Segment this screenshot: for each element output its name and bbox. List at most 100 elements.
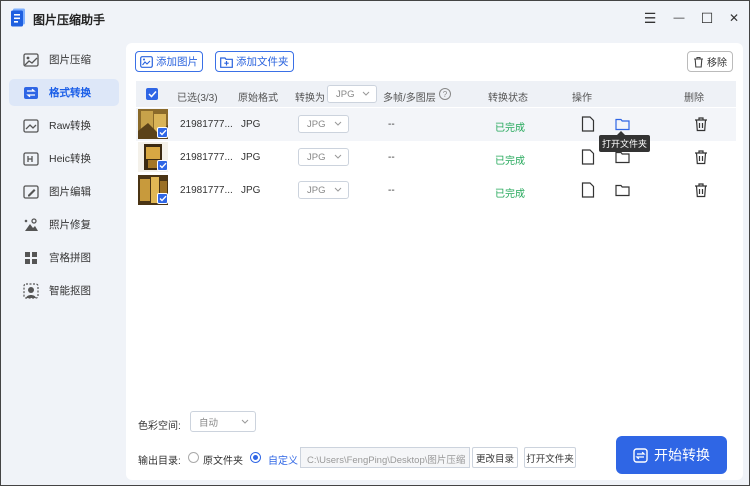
- add-folder-label: 添加文件夹: [236, 56, 289, 68]
- color-space-select[interactable]: 自动: [190, 411, 256, 432]
- original-format: JPG: [241, 152, 261, 163]
- target-format-value: JPG: [307, 118, 326, 130]
- target-format-value: JPG: [307, 184, 326, 196]
- table-header: 已选(3/3) 原始格式 转换为 JPG 多帧/多图层 ? 转换状态 操作 删除: [136, 81, 736, 107]
- add-image-label: 添加图片: [156, 56, 198, 68]
- color-space-label: 色彩空间:: [138, 421, 181, 432]
- chevron-down-icon: [241, 419, 249, 424]
- grid-collage-icon: [23, 250, 39, 266]
- sidebar-item-photo-repair[interactable]: 照片修复: [9, 211, 119, 238]
- file-name: 21981777...: [180, 119, 233, 130]
- delete-icon[interactable]: [694, 116, 708, 132]
- chevron-down-icon: [334, 121, 342, 126]
- file-name: 21981777...: [180, 152, 233, 163]
- sidebar-item-label: 宫格拼图: [49, 252, 91, 264]
- sidebar-item-heic-convert[interactable]: Heic转换: [9, 145, 119, 172]
- delete-icon[interactable]: [694, 149, 708, 165]
- status-text: 已完成: [495, 123, 525, 134]
- add-image-button[interactable]: 添加图片: [135, 51, 203, 72]
- remove-label: 移除: [707, 58, 727, 69]
- header-action: 操作: [572, 93, 592, 104]
- original-format: JPG: [241, 119, 261, 130]
- target-format-select[interactable]: JPG: [298, 115, 349, 133]
- sidebar-item-image-compress[interactable]: 图片压缩: [9, 46, 119, 73]
- open-folder-icon[interactable]: [615, 116, 630, 132]
- raw-icon: [23, 118, 39, 134]
- smart-cutout-icon: [23, 282, 39, 299]
- title-bar: 图片压缩助手 ☰ — ☐ ✕: [1, 1, 749, 35]
- select-all-checkbox[interactable]: [146, 88, 158, 100]
- sidebar-item-label: 图片编辑: [49, 186, 91, 198]
- app-title: 图片压缩助手: [33, 13, 106, 27]
- app-window: 图片压缩助手 ☰ — ☐ ✕ 图片压缩 格式转换 Raw转换 Heic转换 图片…: [0, 0, 750, 486]
- delete-icon[interactable]: [694, 182, 708, 198]
- sidebar-item-smart-cutout[interactable]: 智能抠图: [9, 277, 119, 304]
- folder-icon[interactable]: [615, 182, 630, 198]
- custom-folder-label: 自定义: [268, 456, 298, 467]
- radio-original-folder[interactable]: [188, 452, 199, 463]
- output-dir-label: 输出目录:: [138, 456, 181, 467]
- remove-button[interactable]: 移除: [687, 51, 733, 72]
- file-icon[interactable]: [581, 149, 595, 165]
- main-panel: 添加图片 添加文件夹 移除 已选(3/3) 原始格式 转换为 JPG 多帧/多图…: [126, 43, 743, 480]
- color-space-value: 自动: [199, 417, 219, 429]
- row-checkbox[interactable]: [157, 193, 168, 204]
- start-convert-button[interactable]: 开始转换: [616, 436, 727, 474]
- file-icon[interactable]: [581, 182, 595, 198]
- photo-repair-icon: [23, 217, 39, 233]
- change-dir-button[interactable]: 更改目录: [472, 447, 518, 468]
- sidebar-item-grid-collage[interactable]: 宫格拼图: [9, 244, 119, 271]
- maximize-button[interactable]: ☐: [698, 9, 716, 27]
- row-checkbox[interactable]: [157, 160, 168, 171]
- app-logo-icon: [11, 8, 25, 27]
- target-format-select[interactable]: JPG: [298, 181, 349, 199]
- frames-value: --: [388, 185, 395, 196]
- convert-icon: [23, 85, 39, 101]
- convert-all-value: JPG: [336, 88, 355, 100]
- open-folder-button[interactable]: 打开文件夹: [524, 447, 576, 468]
- file-name: 21981777...: [180, 185, 233, 196]
- header-delete: 删除: [684, 93, 704, 104]
- chevron-down-icon: [362, 91, 370, 96]
- header-multi-frame: 多帧/多图层: [383, 93, 436, 104]
- minimize-button[interactable]: —: [670, 9, 688, 27]
- original-format: JPG: [241, 185, 261, 196]
- output-path-input[interactable]: C:\Users\FengPing\Desktop\图片压缩: [300, 447, 470, 468]
- chevron-down-icon: [334, 154, 342, 159]
- close-button[interactable]: ✕: [725, 9, 743, 27]
- row-checkbox[interactable]: [157, 127, 168, 138]
- add-image-icon: [140, 55, 153, 68]
- frames-value: --: [388, 152, 395, 163]
- sidebar-item-label: 图片压缩: [49, 54, 91, 66]
- start-convert-label: 开始转换: [654, 447, 710, 463]
- header-original-format: 原始格式: [238, 93, 278, 104]
- tooltip: 打开文件夹: [599, 131, 651, 152]
- target-format-select[interactable]: JPG: [298, 148, 349, 166]
- help-icon[interactable]: ?: [439, 88, 451, 100]
- trash-icon: [693, 56, 704, 68]
- image-edit-icon: [23, 184, 39, 200]
- file-icon[interactable]: [581, 116, 595, 132]
- header-selected: 已选(3/3): [177, 93, 218, 104]
- add-folder-icon: [220, 56, 233, 68]
- frames-value: --: [388, 119, 395, 130]
- status-text: 已完成: [495, 189, 525, 200]
- menu-icon[interactable]: ☰: [641, 9, 659, 27]
- sidebar-item-raw-convert[interactable]: Raw转换: [9, 112, 119, 139]
- original-folder-label: 原文件夹: [203, 456, 243, 467]
- heic-icon: [23, 151, 39, 167]
- sidebar-item-label: Raw转换: [49, 120, 92, 132]
- sidebar-item-label: 照片修复: [49, 219, 91, 231]
- radio-custom-folder[interactable]: [250, 452, 261, 463]
- sidebar-item-label: 智能抠图: [49, 285, 91, 297]
- sidebar-item-format-convert[interactable]: 格式转换: [9, 79, 119, 106]
- sidebar-item-label: Heic转换: [49, 153, 92, 165]
- header-status: 转换状态: [488, 93, 528, 104]
- add-folder-button[interactable]: 添加文件夹: [215, 51, 294, 72]
- target-format-value: JPG: [307, 151, 326, 163]
- table-row[interactable]: 21981777... JPG JPG -- 已完成: [136, 174, 736, 207]
- convert-all-select[interactable]: JPG: [327, 85, 377, 103]
- chevron-down-icon: [334, 187, 342, 192]
- sidebar-item-image-edit[interactable]: 图片编辑: [9, 178, 119, 205]
- convert-icon: [633, 447, 648, 463]
